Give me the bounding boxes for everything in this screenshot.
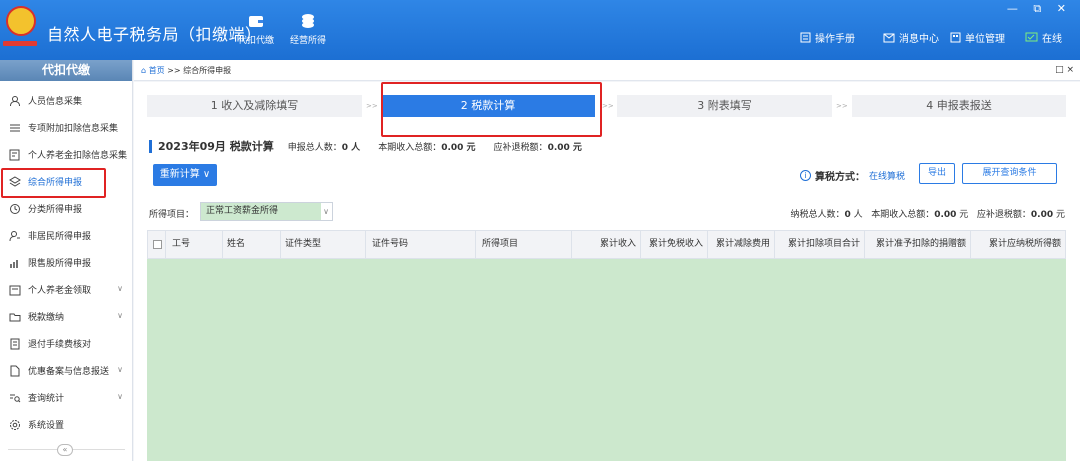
sidebar: 代扣代缴 人员信息采集 专项附加扣除信息采集 个人养老金扣除信息采集 综合所得申… — [0, 60, 133, 461]
window-controls[interactable]: — ⧉ ✕ — [1007, 2, 1072, 16]
menu-online-status[interactable]: 在线 — [1025, 30, 1062, 45]
refund-amount: 应补退税额：0.00 元 — [493, 142, 582, 153]
list-icon — [8, 121, 22, 135]
chevron-down-icon: ∨ — [117, 284, 123, 293]
sidebar-header: 代扣代缴 — [0, 60, 132, 81]
menu-messages[interactable]: 消息中心 — [883, 30, 939, 45]
file-icon — [8, 364, 22, 378]
bar-chart-icon — [8, 256, 22, 270]
title-accent-bar — [149, 139, 152, 153]
sidebar-collapse-button[interactable]: « — [57, 444, 73, 456]
step-income-deduction[interactable]: 1 收入及减除填写 — [147, 95, 362, 117]
step-separator: >> — [366, 102, 378, 110]
income-item-select[interactable]: 正常工资薪金所得 ∨ — [200, 202, 333, 221]
info-icon: i — [800, 170, 811, 181]
step-separator: >> — [836, 102, 848, 110]
filter-label: 所得项目： — [149, 210, 195, 220]
column-header[interactable]: 所得项目 — [476, 231, 572, 258]
coins-icon — [302, 14, 314, 28]
menu-unit-management[interactable]: 单位管理 — [950, 30, 1005, 45]
summary-row: 2023年09月 税款计算 申报总人数：0 人 本期收入总额：0.00 元 应补… — [149, 138, 600, 154]
person-outline-icon — [8, 229, 22, 243]
table-header: 工号 姓名 证件类型 证件号码 所得项目 累计收入 累计免税收入 累计减除费用 … — [147, 230, 1066, 259]
column-header[interactable]: 工号 — [166, 231, 223, 258]
manual-icon — [800, 32, 811, 43]
sidebar-item-pension-collection[interactable]: 个人养老金领取 ∨ — [0, 276, 132, 303]
wallet-icon — [249, 16, 263, 27]
sidebar-item-restricted-shares[interactable]: 限售股所得申报 — [0, 249, 132, 276]
chevron-down-icon: ∨ — [117, 365, 123, 374]
column-header[interactable]: 累计扣除项目合计 — [775, 231, 865, 258]
online-monitor-icon — [1025, 32, 1038, 42]
page-window-controls[interactable]: □ × — [1055, 60, 1074, 81]
mail-icon — [883, 33, 895, 42]
sidebar-item-preferential[interactable]: 优惠备案与信息报送 ∨ — [0, 357, 132, 384]
sidebar-item-special-deduction[interactable]: 专项附加扣除信息采集 — [0, 114, 132, 141]
query-icon — [8, 391, 22, 405]
sidebar-item-personnel[interactable]: 人员信息采集 — [0, 87, 132, 114]
folder-icon — [8, 310, 22, 324]
app-title: 自然人电子税务局（扣缴端） — [47, 25, 262, 44]
period-income: 本期收入总额：0.00 元 — [378, 142, 476, 153]
home-icon: ⌂ — [141, 66, 149, 75]
sidebar-item-nonresident[interactable]: 非居民所得申报 — [0, 222, 132, 249]
tax-method: i 算税方式： 在线算税 — [800, 168, 905, 183]
select-all-cell — [148, 231, 166, 258]
column-header[interactable]: 累计准予扣除的捐赠额 — [865, 231, 971, 258]
sidebar-item-classified-income[interactable]: 分类所得申报 — [0, 195, 132, 222]
sidebar-item-tax-payment[interactable]: 税款缴纳 ∨ — [0, 303, 132, 330]
step-separator: >> — [602, 102, 614, 110]
tool-label: 代扣代缴 — [237, 36, 274, 46]
select-all-checkbox[interactable] — [153, 240, 162, 249]
tool-label: 经营所得 — [289, 36, 326, 46]
column-header[interactable]: 姓名 — [223, 231, 281, 258]
doc-plus-icon — [8, 148, 22, 162]
declare-count: 申报总人数：0 人 — [287, 142, 361, 153]
column-header[interactable]: 累计收入 — [572, 231, 641, 258]
person-icon — [8, 94, 22, 108]
sidebar-item-pension-deduction[interactable]: 个人养老金扣除信息采集 — [0, 141, 132, 168]
step-attachment[interactable]: 3 附表填写 — [617, 95, 832, 117]
tool-withholding[interactable]: 代扣代缴 — [232, 13, 280, 46]
sidebar-item-query[interactable]: 查询统计 ∨ — [0, 384, 132, 411]
tax-method-value[interactable]: 在线算税 — [869, 169, 905, 182]
page-title: 2023年09月 税款计算 — [158, 140, 274, 153]
annotation-highlight-step — [381, 82, 602, 137]
column-header[interactable]: 证件类型 — [281, 231, 366, 258]
main-content: 1 收入及减除填写 >> 2 税款计算 >> 3 附表填写 >> 4 申报表报送… — [134, 82, 1080, 461]
column-header[interactable]: 累计应纳税所得额 — [971, 231, 1065, 258]
breadcrumb-separator: >> — [167, 66, 184, 75]
sidebar-item-settings[interactable]: 系统设置 — [0, 411, 132, 438]
chevron-down-icon: ∨ — [117, 392, 123, 401]
column-header[interactable]: 累计减除费用 — [708, 231, 775, 258]
export-button[interactable]: 导出 — [919, 163, 955, 184]
column-header[interactable]: 证件号码 — [366, 231, 476, 258]
recalculate-button[interactable]: 重新计算 ∨ — [153, 164, 217, 186]
gear-icon — [8, 418, 22, 432]
receipt-icon — [8, 337, 22, 351]
building-icon — [950, 32, 961, 43]
expand-query-button[interactable]: 展开查询条件 — [962, 163, 1057, 184]
sidebar-item-refund-fee[interactable]: 退付手续费核对 — [0, 330, 132, 357]
tax-emblem-icon — [6, 6, 36, 36]
tool-business-income[interactable]: 经营所得 — [284, 13, 332, 46]
menu-manual[interactable]: 操作手册 — [800, 30, 855, 45]
annotation-highlight-sidebar — [1, 168, 106, 198]
column-header[interactable]: 累计免税收入 — [641, 231, 708, 258]
emblem-caption-icon — [3, 41, 37, 46]
wallet-icon — [8, 283, 22, 297]
chevron-down-icon: ∨ — [117, 311, 123, 320]
title-bar: 自然人电子税务局（扣缴端） 代扣代缴 经营所得 操作手册 消息中心 单位管理 在… — [0, 0, 1080, 60]
breadcrumb: ⌂ 首页 >> 综合所得申报 □ × — [134, 60, 1080, 81]
breadcrumb-current: 综合所得申报 — [183, 66, 232, 75]
table-body — [147, 259, 1066, 461]
clock-icon — [8, 202, 22, 216]
step-submit[interactable]: 4 申报表报送 — [852, 95, 1066, 117]
stats-summary: 纳税总人数：0 人 本期收入总额：0.00 元 应补退税额：0.00 元 — [790, 210, 1065, 220]
breadcrumb-home[interactable]: 首页 — [149, 66, 165, 75]
chevron-down-icon: ∨ — [323, 207, 329, 216]
